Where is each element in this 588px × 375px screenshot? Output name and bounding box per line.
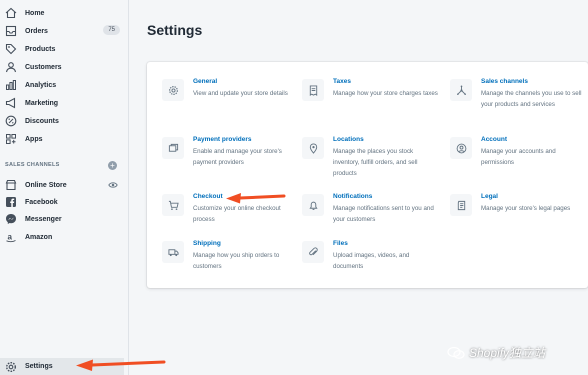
sidebar-item-label: Apps: [25, 135, 43, 143]
tile-title: Account: [481, 136, 507, 143]
cart-icon: [162, 194, 184, 216]
settings-tile-legal[interactable]: Legal Manage your store's legal pages: [435, 193, 570, 237]
settings-tile-notifications[interactable]: Notifications Manage notifications sent …: [287, 193, 434, 237]
location-icon: [302, 137, 324, 159]
gear-icon: [162, 79, 184, 101]
tile-description: Manage notifications sent to you and you…: [333, 205, 434, 223]
account-icon: [450, 137, 472, 159]
sidebar: Home Orders 75 Products Customers Analyt…: [0, 0, 129, 375]
sidebar-item-discounts[interactable]: Discounts: [0, 112, 128, 130]
tile-title: Notifications: [333, 193, 373, 200]
settings-tile-locations[interactable]: Locations Manage the places you stock in…: [287, 136, 422, 180]
settings-tile-shipping[interactable]: Shipping Manage how you ship orders to c…: [147, 240, 282, 284]
sidebar-item-analytics[interactable]: Analytics: [0, 76, 128, 94]
sidebar-item-facebook[interactable]: Facebook: [0, 193, 128, 211]
tile-title: Checkout: [193, 193, 223, 200]
settings-tile-general[interactable]: General View and update your store detai…: [147, 78, 288, 122]
sidebar-item-label: Customers: [25, 63, 62, 71]
tile-title: Taxes: [333, 78, 351, 85]
facebook-icon: [3, 194, 19, 210]
tile-description: Manage your store's legal pages: [481, 205, 571, 212]
settings-tile-files[interactable]: Files Upload images, videos, and documen…: [287, 240, 422, 284]
sidebar-item-label: Messenger: [25, 215, 62, 223]
tile-title: Files: [333, 240, 348, 247]
sidebar-item-label: Products: [25, 45, 56, 53]
eye-icon[interactable]: [108, 180, 118, 190]
discount-icon: [3, 113, 19, 129]
sidebar-item-marketing[interactable]: Marketing: [0, 94, 128, 112]
sidebar-item-messenger[interactable]: Messenger: [0, 210, 128, 228]
sidebar-item-amazon[interactable]: a Amazon: [0, 228, 128, 246]
tile-description: Customize your online checkout process: [193, 205, 281, 223]
tile-title: Sales channels: [481, 78, 528, 85]
settings-tile-taxes[interactable]: Taxes Manage how your store charges taxe…: [287, 78, 438, 122]
truck-icon: [162, 241, 184, 263]
sidebar-item-customers[interactable]: Customers: [0, 58, 128, 76]
analytics-icon: [3, 77, 19, 93]
settings-card: General View and update your store detai…: [147, 62, 588, 288]
messenger-icon: [3, 211, 19, 227]
sidebar-item-label: Marketing: [25, 99, 59, 107]
watermark-text: Shopify独立站: [469, 346, 546, 360]
settings-tile-payment-providers[interactable]: Payment providers Enable and manage your…: [147, 136, 282, 180]
sidebar-item-orders[interactable]: Orders 75: [0, 22, 128, 40]
sidebar-item-label: Home: [25, 9, 45, 17]
tile-description: Manage the channels you use to sell your…: [481, 90, 582, 108]
tile-title: Legal: [481, 193, 498, 200]
annotation-arrow-settings: [76, 359, 166, 371]
sidebar-item-label: Facebook: [25, 198, 58, 206]
tile-description: Manage how you ship orders to customers: [193, 252, 280, 270]
tile-description: Manage how your store charges taxes: [333, 90, 438, 97]
tile-description: Upload images, videos, and documents: [333, 252, 410, 270]
sidebar-item-label: Orders: [25, 27, 48, 35]
store-icon: [3, 177, 19, 193]
payment-icon: [162, 137, 184, 159]
tag-icon: [3, 41, 19, 57]
orders-count-badge: 75: [103, 25, 120, 35]
annotation-arrow-checkout: [226, 193, 286, 204]
legal-icon: [450, 194, 472, 216]
paperclip-icon: [302, 241, 324, 263]
settings-tile-account[interactable]: Account Manage your accounts and permiss…: [435, 136, 570, 180]
channels-icon: [450, 79, 472, 101]
gear-icon: [4, 360, 18, 374]
svg-text:a: a: [8, 233, 13, 242]
tile-description: Manage your accounts and permissions: [481, 148, 556, 166]
tile-description: View and update your store details: [193, 90, 288, 97]
tile-title: Locations: [333, 136, 364, 143]
sidebar-item-label: Online Store: [25, 181, 67, 189]
megaphone-icon: [3, 95, 19, 111]
sidebar-item-online-store[interactable]: Online Store: [0, 176, 128, 194]
sidebar-item-label: Analytics: [25, 81, 57, 89]
sidebar-item-products[interactable]: Products: [0, 40, 128, 58]
tile-description: Enable and manage your store's payment p…: [193, 148, 282, 166]
orders-icon: [3, 23, 19, 39]
sales-channels-heading: SALES CHANNELS: [5, 162, 60, 168]
add-channel-button[interactable]: +: [108, 161, 117, 170]
wechat-logo-icon: [447, 346, 465, 359]
amazon-icon: a: [3, 229, 19, 245]
sidebar-item-label: Amazon: [25, 233, 53, 241]
bell-icon: [302, 194, 324, 216]
home-icon: [3, 5, 19, 21]
watermark: Shopify独立站: [447, 344, 545, 361]
sidebar-item-home[interactable]: Home: [0, 4, 128, 22]
tile-title: Shipping: [193, 240, 221, 247]
tile-title: General: [193, 78, 218, 85]
tile-description: Manage the places you stock inventory, f…: [333, 148, 418, 177]
sidebar-item-apps[interactable]: Apps: [0, 130, 128, 148]
page-title: Settings: [147, 22, 203, 38]
sidebar-item-label: Discounts: [25, 117, 59, 125]
apps-icon: [3, 131, 19, 147]
sidebar-item-label: Settings: [25, 363, 53, 370]
customers-icon: [3, 59, 19, 75]
receipt-icon: [302, 79, 324, 101]
settings-tile-sales-channels[interactable]: Sales channels Manage the channels you u…: [435, 78, 581, 122]
tile-title: Payment providers: [193, 136, 252, 143]
